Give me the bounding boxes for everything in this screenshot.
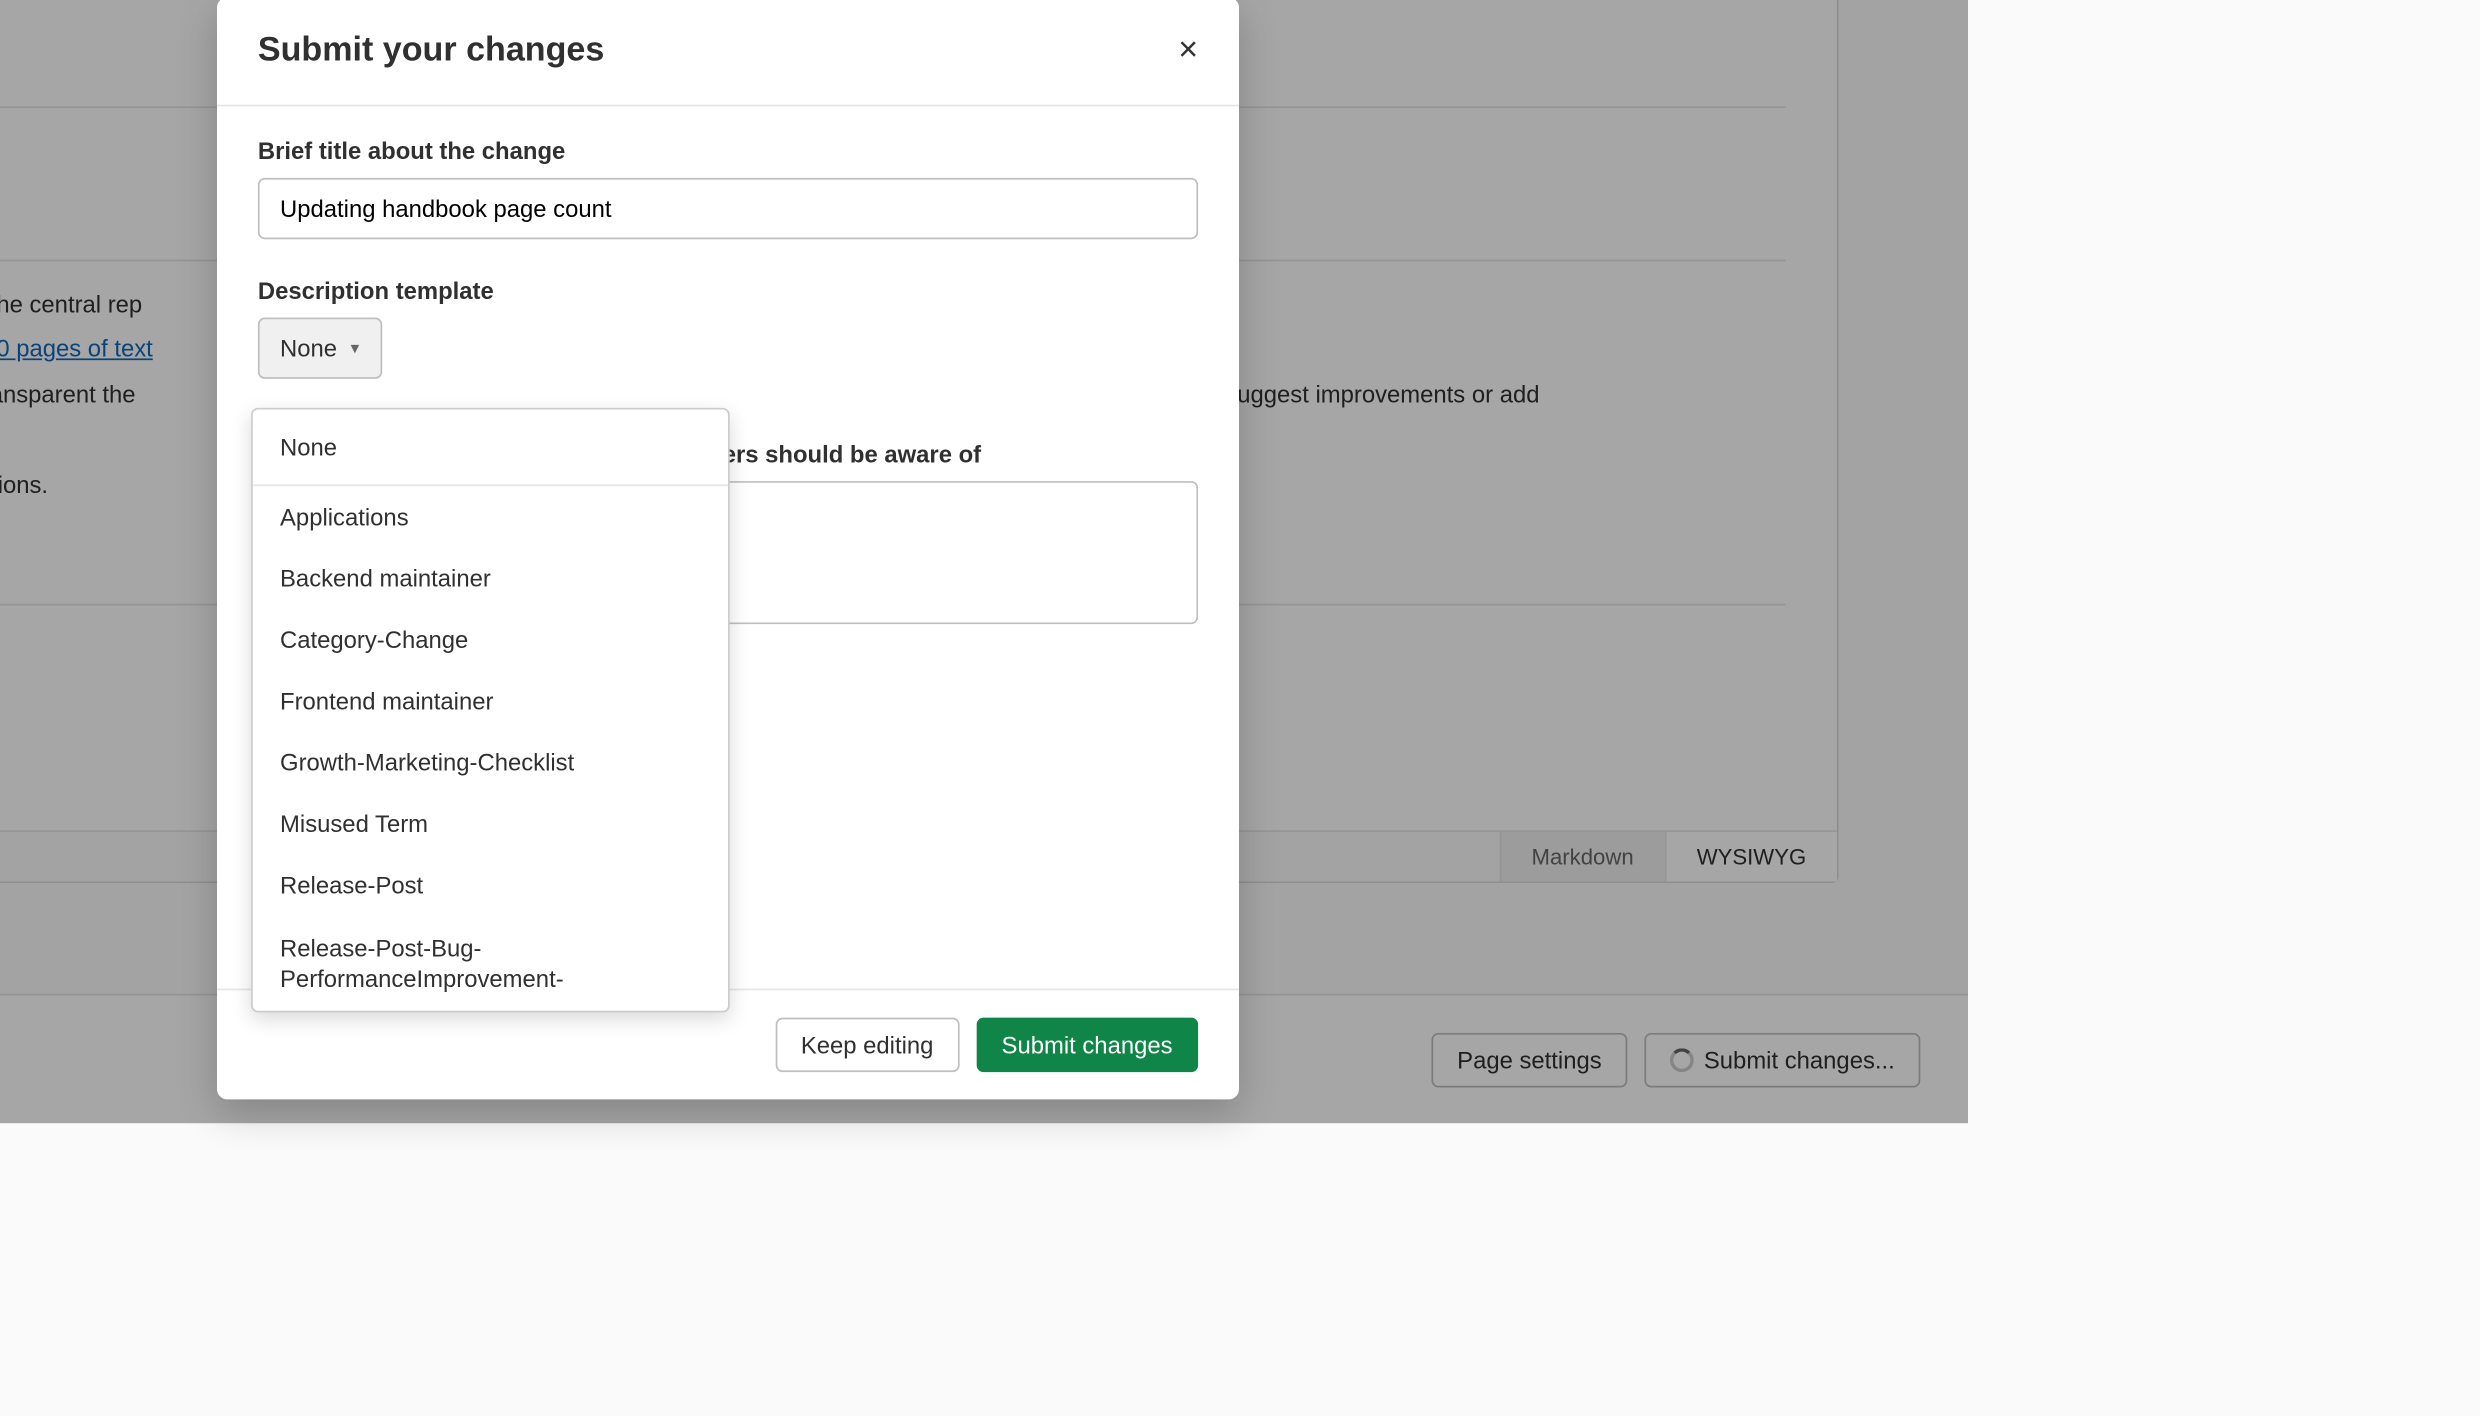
description-field-label: wers should be aware of bbox=[704, 440, 1198, 467]
template-option[interactable]: Backend maintainer bbox=[253, 548, 728, 609]
template-option[interactable]: Category-Change bbox=[253, 609, 728, 670]
chevron-down-icon: ▾ bbox=[351, 339, 360, 358]
template-option[interactable]: Release-Post bbox=[253, 854, 728, 915]
template-option-none[interactable]: None bbox=[253, 410, 728, 487]
template-dropdown: None Applications Backend maintainer Cat… bbox=[251, 408, 730, 1013]
template-field-label: Description template bbox=[258, 277, 1198, 304]
close-icon[interactable]: × bbox=[1178, 31, 1198, 70]
template-option[interactable]: Growth-Marketing-Checklist bbox=[253, 731, 728, 792]
template-option[interactable]: Misused Term bbox=[253, 793, 728, 854]
change-title-input[interactable] bbox=[258, 178, 1198, 239]
submit-changes-button[interactable]: Submit changes bbox=[976, 1018, 1198, 1073]
template-option[interactable]: Applications bbox=[253, 486, 728, 547]
modal-title: Submit your changes bbox=[258, 31, 604, 70]
template-option[interactable]: Frontend maintainer bbox=[253, 670, 728, 731]
template-select[interactable]: None ▾ bbox=[258, 318, 381, 379]
template-option[interactable]: Release-Post-Bug-PerformanceImprovement- bbox=[253, 915, 728, 1011]
title-field-label: Brief title about the change bbox=[258, 137, 1198, 164]
keep-editing-button[interactable]: Keep editing bbox=[775, 1018, 959, 1073]
description-textarea[interactable] bbox=[704, 481, 1198, 624]
